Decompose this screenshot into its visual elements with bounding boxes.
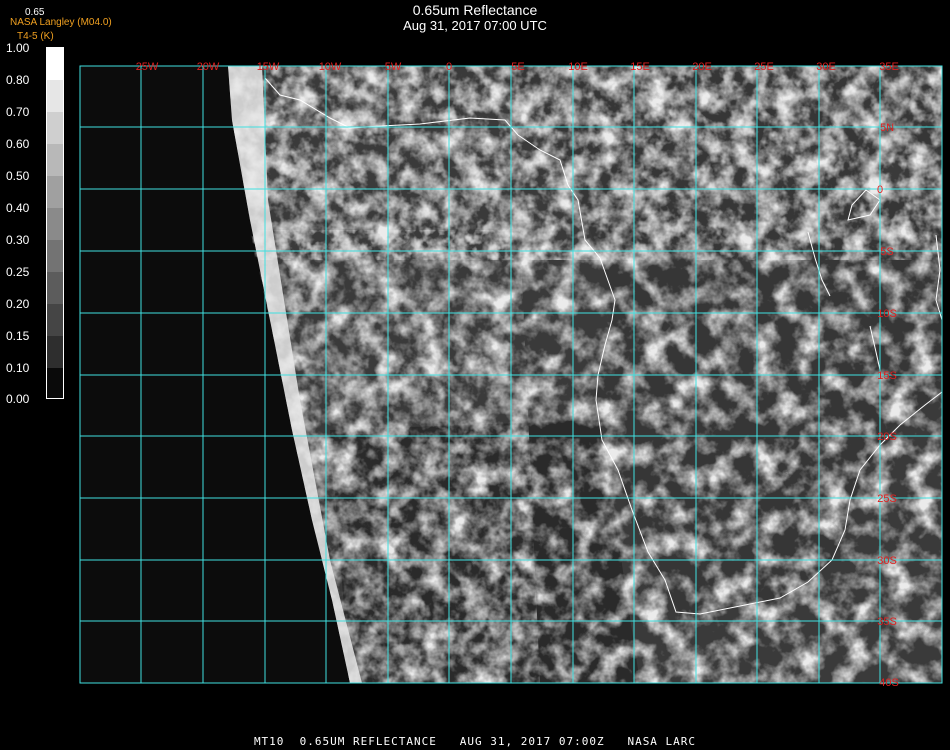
lat-label: 25S <box>877 493 897 505</box>
lat-label: 40S <box>879 677 899 689</box>
lon-label: 15E <box>630 61 650 73</box>
lat-label: 0 <box>877 184 883 196</box>
lon-label: 5E <box>511 61 524 73</box>
colorbar-tick: 0.15 <box>6 329 30 343</box>
colorbar-tick: 0.60 <box>6 137 30 151</box>
footer-caption: MT10 0.65UM REFLECTANCE AUG 31, 2017 07:… <box>253 735 697 748</box>
colorbar-tick: 1.00 <box>6 41 30 55</box>
lon-label: 35E <box>879 61 899 73</box>
lat-label: 20S <box>877 431 897 443</box>
lon-label: 25W <box>136 61 159 73</box>
lon-label: 0 <box>446 61 452 73</box>
colorbar <box>46 47 64 399</box>
lat-label: 35S <box>877 616 897 628</box>
image-timestamp: Aug 31, 2017 07:00 UTC <box>403 18 547 33</box>
colorbar-tick: 0.10 <box>6 361 30 375</box>
lon-label: 5W <box>385 61 402 73</box>
colorbar-tick: 0.80 <box>6 73 30 87</box>
lon-label: 25E <box>754 61 774 73</box>
colorbar-tick: 0.20 <box>6 297 30 311</box>
lat-label: 15S <box>877 370 897 382</box>
lat-label: 30S <box>877 555 897 567</box>
satellite-map: 25W 20W 15W 10W 5W 0 5E 10E 15E 20E 25E … <box>79 61 943 689</box>
colorbar-tick: 0.30 <box>6 233 30 247</box>
colorbar-tick: 0.00 <box>6 392 30 406</box>
colorbar-tick: 0.40 <box>6 201 30 215</box>
lon-label: 20E <box>692 61 712 73</box>
image-title: 0.65um Reflectance <box>412 2 538 18</box>
producer-label: NASA Langley (M04.0) <box>10 17 112 28</box>
lat-label: 10S <box>877 308 897 320</box>
colorbar-tick: 0.25 <box>6 265 30 279</box>
lat-label: 5S <box>880 246 893 258</box>
lon-label: 15W <box>257 61 280 73</box>
lon-label: 10W <box>319 61 342 73</box>
lon-label: 20W <box>197 61 220 73</box>
colorbar-tick: 0.50 <box>6 169 30 183</box>
lon-label: 10E <box>568 61 588 73</box>
lon-label: 30E <box>816 61 836 73</box>
lat-label: 5N <box>880 122 894 134</box>
colorbar-tick: 0.70 <box>6 105 30 119</box>
image-layer <box>80 66 942 683</box>
colorbar-top-value: 0.65 <box>25 7 45 18</box>
